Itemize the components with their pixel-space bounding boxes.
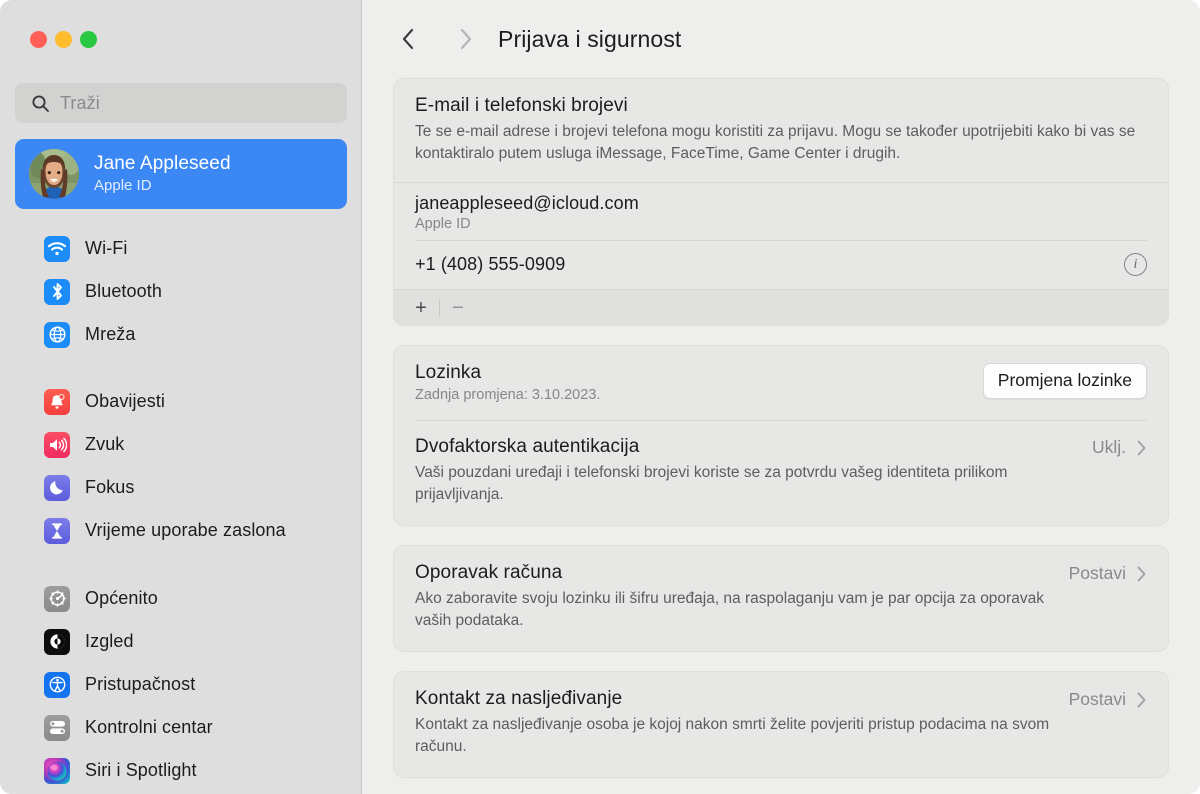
sidebar: Traži Jane Appleseed Apple ID Wi-Fi Blue…	[0, 0, 362, 794]
list-item[interactable]: janeappleseed@icloud.com Apple ID	[394, 183, 1168, 240]
change-password-button[interactable]: Promjena lozinke	[982, 363, 1147, 399]
sidebar-item-label: Vrijeme uporabe zaslona	[85, 520, 286, 540]
forward-button[interactable]	[448, 21, 484, 57]
close-window-button[interactable]	[30, 31, 47, 48]
email-address-value: janeappleseed@icloud.com	[415, 193, 639, 213]
sidebar-item-appearance[interactable]: Izgled	[15, 620, 347, 663]
control-center-toggles-icon	[44, 714, 70, 741]
sidebar-group-alerts: Obavijesti Zvuk Fokus Vrijeme uporabe za…	[0, 380, 361, 552]
list-item[interactable]: +1 (408) 555-0909 i	[394, 241, 1168, 289]
moon-icon	[44, 474, 70, 501]
back-button[interactable]	[390, 21, 426, 57]
sidebar-item-sound[interactable]: Zvuk	[15, 423, 347, 466]
hourglass-icon	[44, 517, 70, 544]
bluetooth-icon	[44, 278, 70, 305]
two-factor-auth-status: Uklj.	[1091, 437, 1126, 457]
two-factor-auth-description: Vaši pouzdani uređaji i telefonski broje…	[415, 464, 1008, 503]
sidebar-item-label: Općenito	[85, 588, 158, 608]
legacy-contact-description: Kontakt za nasljeđivanje osoba je kojoj …	[415, 716, 1050, 755]
info-circle-icon[interactable]: i	[1124, 253, 1147, 276]
sidebar-item-network[interactable]: Mreža	[15, 313, 347, 356]
email-card-description: Te se e-mail adrese i brojevi telefona m…	[415, 123, 1136, 162]
bell-icon	[44, 388, 70, 415]
email-address-label: Apple ID	[415, 216, 471, 232]
sidebar-group-network: Wi-Fi Bluetooth Mreža	[0, 227, 361, 356]
chevron-right-icon[interactable]	[1136, 439, 1147, 457]
sidebar-item-label: Pristupačnost	[85, 674, 196, 694]
sidebar-item-label: Fokus	[85, 477, 135, 497]
chevron-left-icon	[402, 28, 414, 50]
sidebar-scroll-area: Jane Appleseed Apple ID Wi-Fi Bluetooth …	[0, 139, 361, 794]
password-and-2fa-card: Lozinka Zadnja promjena: 3.10.2023. Prom…	[393, 345, 1169, 526]
legacy-contact-card[interactable]: Kontakt za nasljeđivanje Kontakt za nasl…	[393, 671, 1169, 778]
email-and-phone-card: E-mail i telefonski brojevi Te se e-mail…	[393, 78, 1169, 326]
plus-icon: +	[415, 296, 427, 319]
search-icon	[31, 94, 50, 113]
sidebar-item-label: Izgled	[85, 631, 134, 651]
sidebar-item-label: Siri i Spotlight	[85, 760, 197, 780]
sidebar-item-general[interactable]: Općenito	[15, 577, 347, 620]
chevron-right-icon[interactable]	[1136, 565, 1147, 583]
maximize-window-button[interactable]	[80, 31, 97, 48]
system-settings-window: Traži Jane Appleseed Apple ID Wi-Fi Blue…	[0, 0, 1200, 794]
sidebar-item-label: Obavijesti	[85, 391, 166, 411]
two-factor-auth-row[interactable]: Dvofaktorska autentikacija Vaši pouzdani…	[394, 421, 1168, 525]
email-card-header: E-mail i telefonski brojevi Te se e-mail…	[394, 79, 1168, 182]
avatar	[29, 149, 79, 199]
account-recovery-description: Ako zaboravite svoju lozinku ili šifru u…	[415, 590, 1044, 629]
sidebar-item-label: Bluetooth	[85, 281, 162, 301]
sidebar-item-label: Mreža	[85, 324, 136, 344]
legacy-contact-value: Postavi	[1068, 689, 1126, 709]
siri-orb-icon	[44, 757, 70, 784]
account-recovery-card[interactable]: Oporavak računa Ako zaboravite svoju loz…	[393, 545, 1169, 652]
sidebar-group-system: Općenito Izgled Pristupačnost Kontrolni …	[0, 577, 361, 792]
account-name: Jane Appleseed	[94, 153, 231, 175]
password-title: Lozinka	[415, 362, 482, 383]
sidebar-item-control-center[interactable]: Kontrolni centar	[15, 706, 347, 749]
sidebar-item-apple-id[interactable]: Jane Appleseed Apple ID	[15, 139, 347, 209]
two-factor-auth-title: Dvofaktorska autentikacija	[415, 436, 640, 457]
sidebar-item-notifications[interactable]: Obavijesti	[15, 380, 347, 423]
settings-content: E-mail i telefonski brojevi Te se e-mail…	[362, 78, 1200, 794]
chevron-right-icon[interactable]	[1136, 691, 1147, 709]
sidebar-item-label: Zvuk	[85, 434, 125, 454]
navigation-toolbar: Prijava i sigurnost	[362, 0, 1200, 78]
legacy-contact-row[interactable]: Kontakt za nasljeđivanje Kontakt za nasl…	[394, 672, 1168, 777]
window-traffic-lights	[30, 31, 97, 48]
sidebar-item-screen-time[interactable]: Vrijeme uporabe zaslona	[15, 509, 347, 552]
main-pane: Prijava i sigurnost E-mail i telefonski …	[362, 0, 1200, 794]
email-card-title: E-mail i telefonski brojevi	[415, 95, 628, 116]
password-row: Lozinka Zadnja promjena: 3.10.2023. Prom…	[394, 346, 1168, 420]
appearance-contrast-icon	[44, 628, 70, 655]
speaker-icon	[44, 431, 70, 458]
account-recovery-title: Oporavak računa	[415, 562, 563, 583]
minus-icon: −	[452, 296, 464, 319]
chevron-right-icon	[460, 28, 472, 50]
sidebar-item-accessibility[interactable]: Pristupačnost	[15, 663, 347, 706]
divider	[439, 299, 440, 316]
account-subtitle: Apple ID	[94, 177, 152, 195]
account-recovery-row[interactable]: Oporavak računa Ako zaboravite svoju loz…	[394, 546, 1168, 651]
add-remove-toolbar: + −	[394, 289, 1168, 325]
sidebar-item-label: Kontrolni centar	[85, 717, 213, 737]
phone-number-value: +1 (408) 555-0909	[415, 254, 566, 274]
add-button[interactable]: +	[406, 295, 436, 321]
password-last-changed: Zadnja promjena: 3.10.2023.	[415, 387, 601, 403]
remove-button[interactable]: −	[443, 295, 473, 321]
sidebar-item-siri-spotlight[interactable]: Siri i Spotlight	[15, 749, 347, 792]
gear-icon	[44, 585, 70, 612]
minimize-window-button[interactable]	[55, 31, 72, 48]
sidebar-item-bluetooth[interactable]: Bluetooth	[15, 270, 347, 313]
search-placeholder: Traži	[60, 92, 100, 113]
account-recovery-value: Postavi	[1068, 563, 1126, 583]
accessibility-icon	[44, 671, 70, 698]
sidebar-item-wifi[interactable]: Wi-Fi	[15, 227, 347, 270]
wifi-icon	[44, 235, 70, 262]
sidebar-item-focus[interactable]: Fokus	[15, 466, 347, 509]
page-title: Prijava i sigurnost	[498, 25, 682, 52]
legacy-contact-title: Kontakt za nasljeđivanje	[415, 688, 623, 709]
search-input[interactable]: Traži	[15, 83, 347, 123]
sidebar-item-label: Wi-Fi	[85, 238, 128, 258]
network-globe-icon	[44, 321, 70, 348]
